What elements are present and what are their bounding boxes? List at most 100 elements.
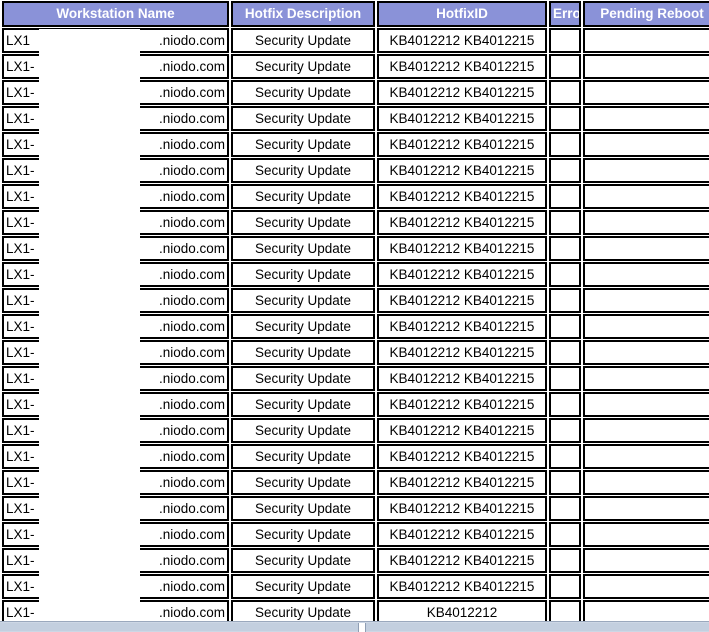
cell-hotfix-id: KB4012212 KB4012215 [377, 210, 547, 235]
column-header-workstation-name[interactable]: Workstation Name [2, 1, 229, 27]
cell-error [549, 418, 581, 443]
workstation-name-prefix: LX1- [6, 449, 35, 464]
cell-pending-reboot [583, 496, 709, 521]
cell-hotfix-id: KB4012212 KB4012215 [377, 28, 547, 53]
cell-pending-reboot [583, 158, 709, 183]
workstation-name-prefix: LX1- [6, 345, 35, 360]
cell-error [549, 28, 581, 53]
workstation-name-prefix: LX1- [6, 85, 35, 100]
cell-pending-reboot [583, 54, 709, 79]
column-header-error[interactable]: Erro [549, 1, 581, 27]
cell-hotfix-description: Security Update [231, 392, 375, 417]
hotfix-report-page: Workstation Name Hotfix Description Hotf… [0, 0, 709, 632]
cell-hotfix-id: KB4012212 KB4012215 [377, 496, 547, 521]
cell-error [549, 574, 581, 599]
cell-pending-reboot [583, 522, 709, 547]
cell-hotfix-id: KB4012212 KB4012215 [377, 262, 547, 287]
cell-error [549, 340, 581, 365]
cell-error [549, 106, 581, 131]
cell-hotfix-id: KB4012212 KB4012215 [377, 54, 547, 79]
cell-error [549, 470, 581, 495]
cell-pending-reboot [583, 600, 709, 622]
horizontal-scrollbar[interactable] [0, 621, 709, 632]
cell-pending-reboot [583, 132, 709, 157]
cell-hotfix-description: Security Update [231, 80, 375, 105]
workstation-name-suffix: .niodo.com [158, 527, 225, 542]
workstation-name-prefix: LX1- [6, 319, 35, 334]
cell-hotfix-description: Security Update [231, 54, 375, 79]
cell-pending-reboot [583, 444, 709, 469]
table-header: Workstation Name Hotfix Description Hotf… [2, 1, 709, 27]
cell-hotfix-description: Security Update [231, 28, 375, 53]
cell-hotfix-id: KB4012212 [377, 600, 547, 622]
cell-hotfix-description: Security Update [231, 132, 375, 157]
cell-pending-reboot [583, 314, 709, 339]
workstation-name-prefix: LX1- [6, 189, 35, 204]
workstation-name-prefix: LX1- [6, 241, 35, 256]
cell-pending-reboot [583, 262, 709, 287]
cell-hotfix-id: KB4012212 KB4012215 [377, 548, 547, 573]
cell-hotfix-description: Security Update [231, 314, 375, 339]
workstation-name-prefix: LX1- [6, 397, 35, 412]
cell-hotfix-id: KB4012212 KB4012215 [377, 236, 547, 261]
workstation-name-suffix: .niodo.com [158, 33, 225, 48]
cell-error [549, 210, 581, 235]
workstation-name-suffix: .niodo.com [158, 423, 225, 438]
workstation-name-prefix: LX1- [6, 267, 35, 282]
cell-hotfix-id: KB4012212 KB4012215 [377, 80, 547, 105]
cell-hotfix-description: Security Update [231, 184, 375, 209]
cell-error [549, 184, 581, 209]
workstation-name-suffix: .niodo.com [158, 111, 225, 126]
workstation-name-prefix: LX1- [6, 293, 35, 308]
workstation-name-suffix: .niodo.com [158, 85, 225, 100]
workstation-name-prefix: LX1- [6, 163, 35, 178]
cell-error [549, 262, 581, 287]
cell-pending-reboot [583, 392, 709, 417]
cell-pending-reboot [583, 470, 709, 495]
cell-error [549, 366, 581, 391]
workstation-name-prefix: LX1- [6, 111, 35, 126]
workstation-name-prefix: LX1- [6, 475, 35, 490]
workstation-name-prefix: LX1- [6, 59, 35, 74]
cell-hotfix-id: KB4012212 KB4012215 [377, 314, 547, 339]
cell-pending-reboot [583, 548, 709, 573]
workstation-name-suffix: .niodo.com [158, 553, 225, 568]
workstation-name-prefix: LX1- [6, 579, 35, 594]
cell-pending-reboot [583, 210, 709, 235]
workstation-name-suffix: .niodo.com [158, 189, 225, 204]
cell-hotfix-description: Security Update [231, 600, 375, 622]
cell-hotfix-description: Security Update [231, 340, 375, 365]
cell-error [549, 392, 581, 417]
cell-error [549, 288, 581, 313]
workstation-name-suffix: .niodo.com [158, 371, 225, 386]
workstation-name-prefix: LX1- [6, 527, 35, 542]
workstation-name-prefix: LX1- [6, 605, 35, 620]
cell-hotfix-id: KB4012212 KB4012215 [377, 340, 547, 365]
workstation-name-prefix: LX1- [6, 553, 35, 568]
cell-hotfix-id: KB4012212 KB4012215 [377, 418, 547, 443]
workstation-name-prefix: LX1- [6, 501, 35, 516]
workstation-name-prefix: LX1- [6, 423, 35, 438]
column-header-hotfix-description[interactable]: Hotfix Description [231, 1, 375, 27]
cell-hotfix-description: Security Update [231, 418, 375, 443]
cell-pending-reboot [583, 418, 709, 443]
column-header-pending-reboot[interactable]: Pending Reboot [583, 1, 709, 27]
cell-hotfix-description: Security Update [231, 158, 375, 183]
cell-hotfix-id: KB4012212 KB4012215 [377, 470, 547, 495]
workstation-name-suffix: .niodo.com [158, 163, 225, 178]
cell-hotfix-id: KB4012212 KB4012215 [377, 132, 547, 157]
workstation-name-suffix: .niodo.com [158, 475, 225, 490]
cell-pending-reboot [583, 80, 709, 105]
cell-error [549, 496, 581, 521]
cell-hotfix-id: KB4012212 KB4012215 [377, 184, 547, 209]
cell-hotfix-description: Security Update [231, 444, 375, 469]
column-header-hotfix-id[interactable]: HotfixID [377, 1, 547, 27]
cell-hotfix-description: Security Update [231, 288, 375, 313]
cell-error [549, 80, 581, 105]
cell-hotfix-id: KB4012212 KB4012215 [377, 288, 547, 313]
cell-hotfix-description: Security Update [231, 470, 375, 495]
workstation-name-suffix: .niodo.com [158, 605, 225, 620]
table-header-row: Workstation Name Hotfix Description Hotf… [2, 1, 709, 27]
horizontal-scrollbar-thumb[interactable] [0, 623, 709, 632]
cell-hotfix-description: Security Update [231, 496, 375, 521]
